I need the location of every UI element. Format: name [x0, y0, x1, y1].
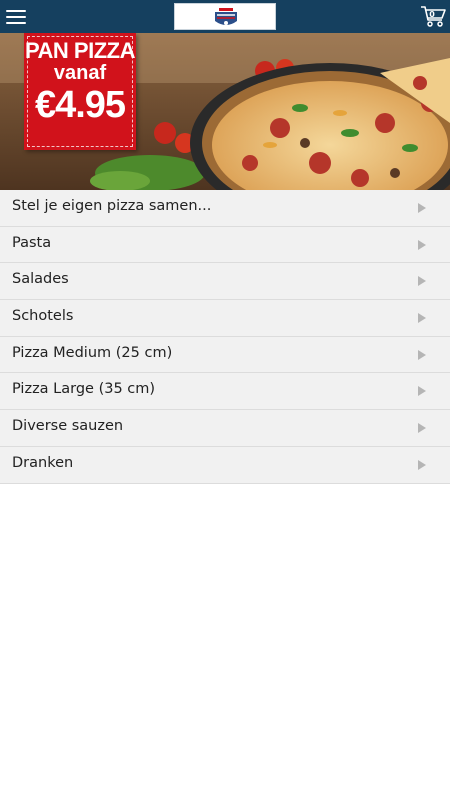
chevron-right-icon [418, 203, 426, 213]
menu-item-label: Schotels [12, 308, 74, 325]
cart-count-badge: 0 [429, 10, 435, 19]
menu-item-label: Salades [12, 271, 69, 288]
promo-title: PAN PIZZA [25, 38, 135, 63]
menu-item-pizza-large[interactable]: Pizza Large (35 cm) [0, 373, 450, 411]
shopping-cart-icon[interactable]: 0 [420, 5, 446, 28]
menu-item-build-your-own-pizza[interactable]: Stel je eigen pizza samen... [0, 190, 450, 227]
chevron-right-icon [418, 276, 426, 287]
promo-subtitle: vanaf [53, 62, 107, 84]
category-menu-list: Stel je eigen pizza samen... Pasta Salad… [0, 190, 450, 484]
chevron-right-icon [418, 239, 426, 250]
restaurant-logo-icon[interactable] [174, 3, 276, 30]
chevron-right-icon [418, 423, 426, 434]
promo-price: €4.95 [34, 84, 126, 126]
menu-item-label: Pizza Medium (25 cm) [12, 344, 173, 361]
top-app-bar: 0 [0, 0, 450, 33]
chevron-right-icon [418, 313, 426, 324]
menu-item-label: Diverse sauzen [12, 418, 124, 435]
promo-banner[interactable]: PAN PIZZA vanaf €4.95 [0, 33, 450, 190]
chevron-right-icon [418, 349, 426, 360]
promo-badge: PAN PIZZA vanaf €4.95 [24, 33, 136, 150]
menu-item-pizza-medium[interactable]: Pizza Medium (25 cm) [0, 336, 450, 374]
chevron-right-icon [418, 386, 426, 397]
menu-item-label: Pasta [12, 234, 52, 251]
menu-item-label: Pizza Large (35 cm) [12, 381, 156, 398]
chevron-right-icon [418, 459, 426, 470]
menu-item-diverse-sauzen[interactable]: Diverse sauzen [0, 410, 450, 447]
menu-item-label: Dranken [12, 454, 74, 471]
menu-item-label: Stel je eigen pizza samen... [12, 198, 212, 214]
menu-item-salades[interactable]: Salades [0, 263, 450, 301]
menu-item-schotels[interactable]: Schotels [0, 300, 450, 337]
menu-item-pasta[interactable]: Pasta [0, 226, 450, 264]
hamburger-menu-icon[interactable] [6, 8, 28, 26]
menu-item-dranken[interactable]: Dranken [0, 446, 450, 484]
